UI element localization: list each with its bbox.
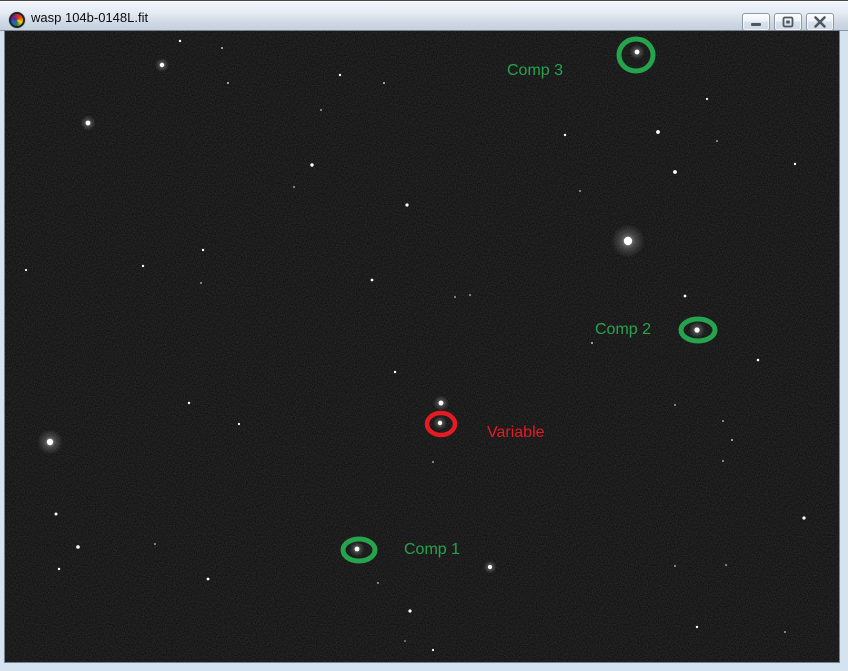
star bbox=[76, 545, 80, 549]
star bbox=[142, 265, 144, 267]
star bbox=[438, 421, 442, 425]
star bbox=[564, 134, 566, 136]
star bbox=[25, 269, 27, 271]
star bbox=[310, 163, 313, 166]
star bbox=[58, 568, 60, 570]
star bbox=[200, 282, 202, 284]
star bbox=[439, 401, 444, 406]
star bbox=[591, 342, 593, 344]
minimize-button[interactable] bbox=[742, 13, 770, 31]
star bbox=[238, 423, 240, 425]
star bbox=[635, 50, 640, 55]
star bbox=[160, 63, 164, 67]
star bbox=[694, 327, 699, 332]
star bbox=[624, 237, 632, 245]
annotation-label-comp2: Comp 2 bbox=[595, 321, 651, 338]
app-icon bbox=[9, 12, 25, 28]
close-icon bbox=[811, 15, 829, 29]
star bbox=[673, 170, 677, 174]
star bbox=[432, 461, 434, 463]
star bbox=[725, 564, 727, 566]
star bbox=[674, 565, 676, 567]
fits-image-area[interactable]: Comp 3 Comp 2 Variable Comp 1 bbox=[5, 31, 839, 662]
window-controls bbox=[742, 13, 834, 31]
app-window: wasp 104b-0148L.fit bbox=[0, 0, 848, 671]
annotation-label-comp1: Comp 1 bbox=[404, 541, 460, 558]
star bbox=[731, 439, 733, 441]
star bbox=[722, 420, 724, 422]
window-title: wasp 104b-0148L.fit bbox=[31, 1, 148, 32]
annotation-label-variable: Variable bbox=[487, 424, 545, 441]
star bbox=[221, 47, 223, 49]
star bbox=[179, 40, 181, 42]
star bbox=[802, 516, 805, 519]
star bbox=[432, 649, 434, 651]
star bbox=[404, 640, 406, 642]
star bbox=[355, 547, 360, 552]
star bbox=[293, 186, 295, 188]
star bbox=[188, 402, 190, 404]
minimize-icon bbox=[747, 15, 765, 29]
star bbox=[684, 295, 687, 298]
star bbox=[320, 109, 322, 111]
star bbox=[706, 98, 708, 100]
star bbox=[377, 582, 379, 584]
title-bar[interactable]: wasp 104b-0148L.fit bbox=[0, 0, 848, 31]
ccd-noise-layer bbox=[5, 31, 839, 662]
star bbox=[454, 296, 456, 298]
star bbox=[757, 359, 760, 362]
star bbox=[86, 121, 91, 126]
star bbox=[794, 163, 796, 165]
star bbox=[696, 626, 698, 628]
star bbox=[47, 439, 53, 445]
restore-button[interactable] bbox=[774, 13, 802, 31]
star bbox=[371, 279, 374, 282]
annotation-label-comp3: Comp 3 bbox=[507, 62, 563, 79]
star bbox=[716, 140, 718, 142]
star bbox=[339, 74, 341, 76]
restore-icon bbox=[779, 15, 797, 29]
star bbox=[469, 294, 471, 296]
star bbox=[394, 371, 396, 373]
star-canvas[interactable]: Comp 3 Comp 2 Variable Comp 1 bbox=[5, 31, 839, 662]
star bbox=[55, 513, 58, 516]
star bbox=[207, 578, 210, 581]
star bbox=[656, 130, 660, 134]
star bbox=[408, 609, 411, 612]
close-button[interactable] bbox=[806, 13, 834, 31]
star bbox=[784, 631, 786, 633]
star bbox=[405, 203, 408, 206]
star bbox=[227, 82, 229, 84]
star bbox=[154, 543, 156, 545]
star bbox=[383, 82, 385, 84]
star bbox=[722, 460, 724, 462]
star bbox=[488, 565, 492, 569]
star bbox=[674, 404, 676, 406]
star bbox=[579, 190, 581, 192]
star bbox=[202, 249, 204, 251]
